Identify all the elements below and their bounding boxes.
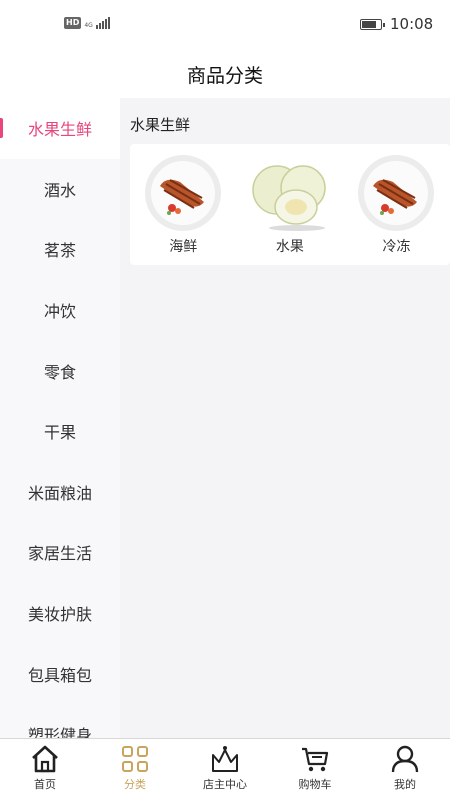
category-sidebar[interactable]: 水果生鲜 酒水 茗茶 冲饮 零食 干果 米面粮油 家居生活 美妆护肤 包具箱包 …	[0, 98, 120, 738]
melon-image	[252, 165, 326, 231]
cart-icon	[302, 747, 329, 772]
battery-icon	[360, 19, 385, 30]
subcategory-label: 水果	[275, 239, 304, 255]
sidebar-item-dried-fruit[interactable]: 干果	[0, 401, 120, 462]
tab-label: 首页	[34, 778, 56, 791]
bottom-tab-bar: 首页 分类 店主中心 购物车 我的	[0, 738, 450, 801]
clock: 10:08	[390, 15, 434, 33]
hd-badge: HD	[64, 17, 82, 29]
sidebar-item-bags[interactable]: 包具箱包	[0, 643, 120, 704]
tab-mine[interactable]: 我的	[360, 739, 450, 801]
subcategory-label: 海鲜	[169, 239, 198, 255]
sidebar-item-fruit-fresh[interactable]: 水果生鲜	[0, 98, 120, 159]
subcategory-frozen[interactable]: 冷冻	[343, 144, 450, 265]
tab-owner-center[interactable]: 店主中心	[180, 739, 270, 801]
tab-label: 我的	[394, 778, 416, 791]
network-type: 4G	[84, 22, 93, 29]
tab-home[interactable]: 首页	[0, 739, 90, 801]
sidebar-item-fitness[interactable]: 塑形健身	[0, 704, 120, 738]
tab-label: 购物车	[298, 778, 332, 791]
category-content: 水果生鲜 海鲜 水果 冷冻	[120, 98, 450, 738]
sidebar-item-drinks[interactable]: 冲饮	[0, 280, 120, 341]
subcategory-label: 冷冻	[382, 239, 411, 255]
sidebar-item-snacks[interactable]: 零食	[0, 340, 120, 401]
status-bar: HD 4G 10:08	[0, 0, 450, 50]
tab-category[interactable]: 分类	[90, 739, 180, 801]
signal-bars-icon	[95, 17, 110, 29]
sidebar-item-beauty[interactable]: 美妆护肤	[0, 583, 120, 644]
signal-indicator: HD 4G	[64, 17, 110, 29]
crown-icon	[212, 746, 238, 772]
subcategory-seafood[interactable]: 海鲜	[130, 144, 237, 265]
tab-label: 店主中心	[203, 778, 247, 791]
sidebar-item-tea[interactable]: 茗茶	[0, 219, 120, 280]
roast-meat-plate-image	[358, 155, 435, 231]
battery-level	[362, 21, 377, 28]
tab-label: 分类	[124, 778, 146, 791]
subcategory-fruit[interactable]: 水果	[237, 144, 344, 265]
user-icon	[391, 745, 419, 773]
sidebar-item-liquor[interactable]: 酒水	[0, 159, 120, 220]
roast-meat-plate-image	[145, 155, 222, 231]
subcategory-grid: 海鲜 水果 冷冻	[130, 144, 450, 265]
tab-cart[interactable]: 购物车	[270, 739, 360, 801]
category-grid-icon	[122, 746, 148, 772]
home-icon	[32, 745, 58, 773]
section-title: 水果生鲜	[130, 116, 191, 134]
sidebar-item-grain-oil[interactable]: 米面粮油	[0, 462, 120, 523]
sidebar-item-home-living[interactable]: 家居生活	[0, 522, 120, 583]
page-title: 商品分类	[186, 64, 263, 87]
